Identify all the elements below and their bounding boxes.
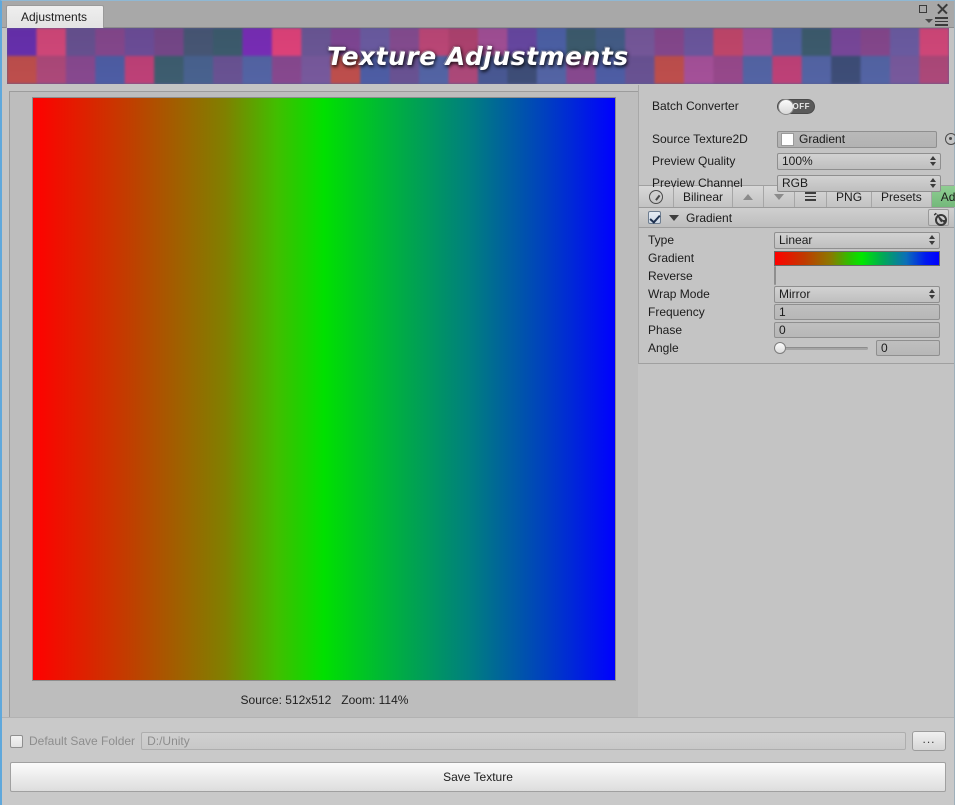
property-label: Frequency — [648, 305, 705, 319]
property-slider-row: 0 — [774, 340, 940, 356]
property-field: 0 — [774, 340, 940, 356]
slider-knob[interactable] — [774, 342, 786, 354]
main-body: Source: 512x512 Zoom: 114% Batch Convert… — [7, 85, 955, 719]
source-texture-value: Gradient — [799, 132, 846, 146]
source-texture-field: Gradient — [777, 130, 955, 148]
arrow-down-icon — [774, 193, 785, 200]
arrow-up-icon — [743, 193, 754, 200]
property-row: Angle 0 — [639, 339, 954, 357]
page-title: Texture Adjustments — [327, 41, 629, 71]
chevron-updown-icon — [930, 156, 936, 166]
property-field: Mirror — [774, 285, 940, 303]
batch-converter-field: OFF — [777, 98, 941, 115]
default-save-folder-checkbox[interactable] — [10, 734, 23, 748]
default-save-folder-label: Default Save Folder — [29, 734, 136, 748]
property-label: Type — [648, 233, 675, 247]
batch-converter-label: Batch Converter — [652, 99, 739, 113]
preview-quality-label: Preview Quality — [652, 154, 736, 168]
chevron-updown-icon — [929, 289, 935, 299]
property-row: Gradient — [639, 249, 954, 267]
footer-panel: Default Save Folder D:/Unity ... Save Te… — [2, 717, 954, 805]
foldout-triangle-icon[interactable] — [669, 214, 679, 221]
source-texture-row: Source Texture2D Gradient — [639, 128, 955, 150]
texture-preview-pane[interactable]: Source: 512x512 Zoom: 114% — [9, 91, 640, 719]
header-banner: Texture Adjustments — [7, 28, 949, 84]
property-field — [774, 250, 940, 266]
save-path-input[interactable]: D:/Unity — [141, 732, 906, 750]
property-slider-value[interactable]: 0 — [876, 340, 940, 356]
preview-channel-field: RGB — [777, 174, 941, 192]
chevron-down-icon — [925, 19, 933, 24]
inspector-settings: Batch Converter OFF Source Texture2D Gra… — [638, 85, 955, 192]
property-row: Reverse — [639, 266, 954, 285]
editor-window: Adjustments Texture Adjustments Source: … — [0, 0, 955, 805]
component-name: Gradient — [686, 210, 733, 225]
property-text-input[interactable]: 0 — [774, 322, 940, 338]
property-row: Phase 0 — [639, 321, 954, 339]
property-label: Phase — [648, 323, 683, 337]
inspector-panel: Batch Converter OFF Source Texture2D Gra… — [638, 85, 955, 717]
toggle-state-label: OFF — [792, 101, 810, 111]
property-label: Gradient — [648, 251, 695, 265]
property-dropdown[interactable]: Mirror — [774, 285, 940, 303]
preview-channel-row: Preview Channel RGB — [639, 172, 954, 194]
object-picker-icon[interactable] — [945, 133, 955, 145]
property-row: Frequency 1 — [639, 303, 954, 321]
property-dropdown[interactable]: Linear — [774, 231, 940, 249]
preview-quality-dropdown[interactable]: 100% — [777, 152, 941, 170]
component-settings-button[interactable] — [928, 209, 949, 226]
preview-channel-dropdown[interactable]: RGB — [777, 174, 941, 192]
gradient-swatch[interactable] — [774, 250, 940, 266]
property-row: Wrap Mode Mirror — [639, 285, 954, 303]
property-field: 1 — [774, 304, 940, 320]
window-buttons — [919, 3, 948, 15]
preview-quality-field: 100% — [777, 152, 941, 170]
browse-folder-button[interactable]: ... — [912, 731, 946, 751]
property-field — [774, 266, 940, 285]
property-value: Linear — [779, 233, 813, 247]
chevron-updown-icon — [929, 235, 935, 245]
preview-quality-value: 100% — [782, 154, 813, 168]
property-field: 0 — [774, 322, 940, 338]
maximize-icon[interactable] — [919, 5, 927, 13]
texture-preview-image[interactable] — [32, 97, 616, 681]
source-texture-label: Source Texture2D — [652, 132, 748, 146]
property-value: Mirror — [779, 287, 811, 301]
property-label: Reverse — [648, 269, 693, 283]
preview-channel-label: Preview Channel — [652, 176, 743, 190]
batch-converter-row: Batch Converter OFF — [639, 95, 954, 117]
preview-quality-row: Preview Quality 100% — [639, 150, 954, 172]
property-row: Type Linear — [639, 231, 954, 249]
save-folder-row: Default Save Folder D:/Unity ... — [10, 730, 946, 752]
save-texture-button[interactable]: Save Texture — [10, 762, 946, 792]
source-texture-objectfield[interactable]: Gradient — [777, 130, 937, 148]
close-icon[interactable] — [936, 3, 948, 15]
window-titlebar: Adjustments — [2, 1, 954, 28]
preview-status-text: Source: 512x512 Zoom: 114% — [240, 693, 409, 707]
preview-channel-value: RGB — [782, 176, 809, 190]
property-field: Linear — [774, 231, 940, 249]
property-checkbox[interactable] — [774, 266, 776, 285]
property-slider[interactable] — [774, 342, 868, 354]
chevron-down-icon — [941, 220, 947, 223]
tab-adjustments[interactable]: Adjustments — [6, 5, 105, 28]
slider-track — [774, 346, 868, 350]
property-label: Wrap Mode — [648, 287, 710, 301]
hamburger-menu-icon — [935, 17, 948, 26]
component-enabled-checkbox[interactable] — [648, 211, 661, 224]
property-label: Angle — [648, 341, 679, 355]
component-properties: Type Linear Gradient Reverse Wrap Mode Mirror… — [638, 228, 954, 364]
window-menu[interactable] — [925, 17, 948, 26]
window-controls — [919, 3, 948, 26]
property-text-input[interactable]: 1 — [774, 304, 940, 320]
batch-converter-toggle[interactable]: OFF — [777, 98, 815, 115]
chevron-updown-icon — [930, 178, 936, 188]
gauge-icon — [649, 189, 663, 204]
component-header[interactable]: Gradient — [638, 208, 954, 228]
texture-thumbnail-icon — [781, 132, 794, 146]
